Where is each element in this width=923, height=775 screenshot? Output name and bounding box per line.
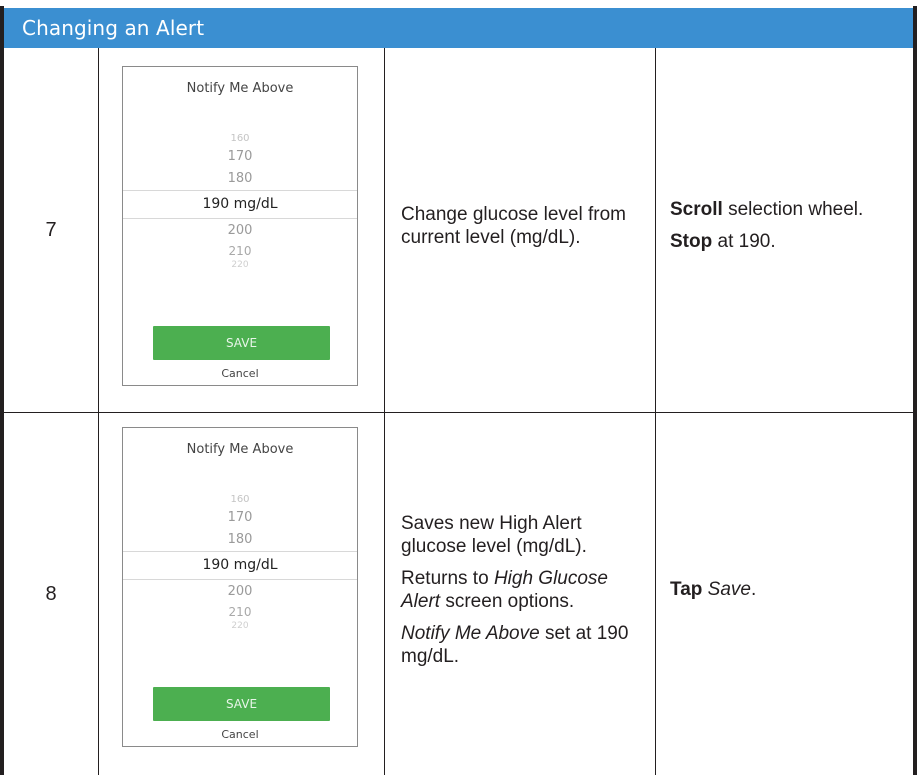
action-verb: Scroll — [670, 199, 723, 220]
step-action: Scroll selection wheel. Stop at 190. — [670, 48, 910, 412]
wheel-value: 180 — [227, 532, 253, 547]
wheel-value: 170 — [227, 510, 253, 525]
wheel-value: 200 — [227, 223, 253, 238]
wheel-selected-value: 190 mg/dL — [123, 551, 357, 580]
action-verb: Stop — [670, 231, 713, 252]
screen-title: Notify Me Above — [186, 81, 294, 96]
section-title: Changing an Alert — [22, 16, 205, 40]
wheel-value: 160 — [230, 133, 250, 144]
table-row: 8 Notify Me Above 160 170 180 190 mg/dL … — [4, 413, 913, 775]
step-action: Tap Save. — [670, 413, 910, 775]
phone-screen: Notify Me Above 160 170 180 190 mg/dL 20… — [122, 66, 358, 386]
action-text: at 190. — [712, 231, 776, 252]
save-button[interactable]: SAVE — [153, 326, 330, 360]
steps-table: 7 Notify Me Above 160 170 180 190 mg/dL … — [4, 48, 913, 775]
description-fragment: Returns to — [401, 567, 494, 589]
description-fragment: screen options. — [440, 590, 575, 612]
action-line: Stop at 190. — [670, 230, 910, 253]
phone-screen: Notify Me Above 160 170 180 190 mg/dL 20… — [122, 427, 358, 747]
description-text: Change glucose level from current level … — [401, 203, 626, 248]
action-verb: Tap — [670, 579, 703, 600]
action-line: Tap Save. — [670, 578, 910, 601]
action-text: . — [750, 579, 757, 600]
wheel-selected-value: 190 mg/dL — [123, 190, 357, 219]
step-description: Change glucose level from current level … — [401, 48, 649, 412]
setting-name: Notify Me Above — [401, 622, 540, 644]
page: Changing an Alert 7 Notify Me Above 160 … — [0, 0, 923, 775]
wheel-value: 200 — [227, 584, 253, 599]
wheel-value: 170 — [227, 149, 253, 164]
table-row: 7 Notify Me Above 160 170 180 190 mg/dL … — [4, 48, 913, 412]
step-number: 7 — [45, 218, 57, 241]
cancel-link[interactable]: Cancel — [123, 728, 357, 741]
section-header: Changing an Alert — [4, 8, 913, 48]
action-line: Scroll selection wheel. — [670, 198, 910, 221]
description-text: Saves new High Alert glucose level (mg/d… — [401, 512, 587, 557]
action-target: Save — [707, 579, 751, 600]
wheel-value: 160 — [230, 494, 250, 505]
wheel-value: 220 — [231, 621, 249, 631]
save-button[interactable]: SAVE — [153, 687, 330, 721]
cancel-link[interactable]: Cancel — [123, 367, 357, 380]
wheel-value: 220 — [231, 260, 249, 270]
wheel-value: 210 — [228, 605, 252, 619]
screen-title: Notify Me Above — [186, 442, 294, 457]
step-description: Saves new High Alert glucose level (mg/d… — [401, 413, 649, 775]
wheel-value: 210 — [228, 244, 252, 258]
description-text: Returns to High Glucose Alert screen opt… — [401, 567, 649, 613]
wheel-value: 180 — [227, 171, 253, 186]
description-text: Notify Me Above set at 190 mg/dL. — [401, 622, 649, 668]
step-number: 8 — [45, 582, 57, 605]
action-text: selection wheel. — [722, 199, 864, 220]
